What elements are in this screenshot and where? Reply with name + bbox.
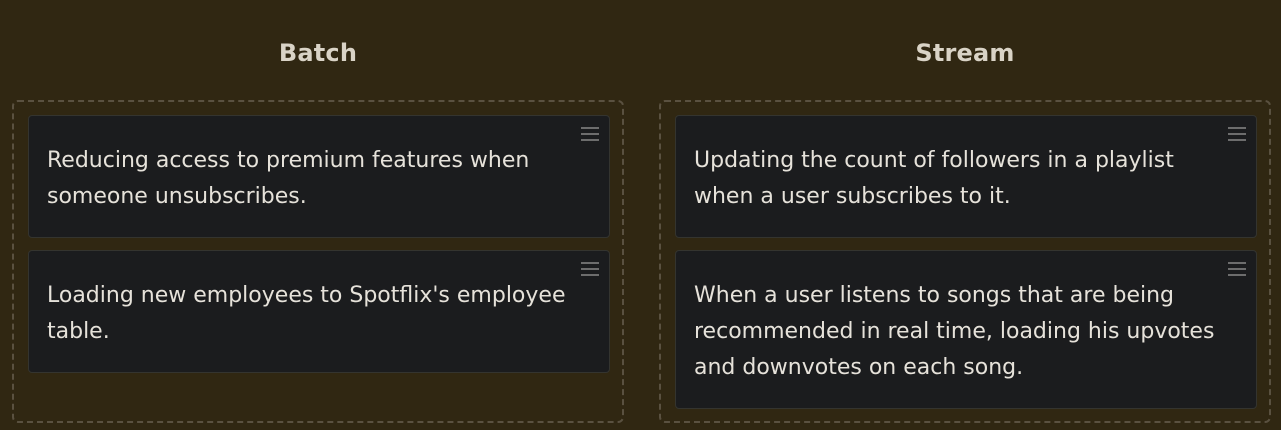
card-text: Updating the count of followers in a pla… [694, 148, 1174, 209]
draggable-card[interactable]: Updating the count of followers in a pla… [675, 115, 1257, 238]
drag-handle-icon[interactable] [1228, 262, 1246, 276]
column-title-batch: Batch [278, 39, 358, 67]
sorting-board: Batch Reducing access to premium feature… [0, 0, 1281, 430]
card-text: Loading new employees to Spotflix's empl… [47, 283, 566, 344]
draggable-card[interactable]: When a user listens to songs that are be… [675, 250, 1257, 409]
card-text: Reducing access to premium features when… [47, 148, 530, 209]
column-title-stream: Stream [915, 39, 1015, 67]
draggable-card[interactable]: Loading new employees to Spotflix's empl… [28, 250, 610, 373]
dropzone-stream[interactable]: Updating the count of followers in a pla… [659, 100, 1271, 423]
drag-handle-icon[interactable] [581, 262, 599, 276]
dropzone-batch[interactable]: Reducing access to premium features when… [12, 100, 624, 423]
draggable-card[interactable]: Reducing access to premium features when… [28, 115, 610, 238]
drag-handle-icon[interactable] [581, 127, 599, 141]
card-text: When a user listens to songs that are be… [694, 283, 1215, 380]
drag-handle-icon[interactable] [1228, 127, 1246, 141]
